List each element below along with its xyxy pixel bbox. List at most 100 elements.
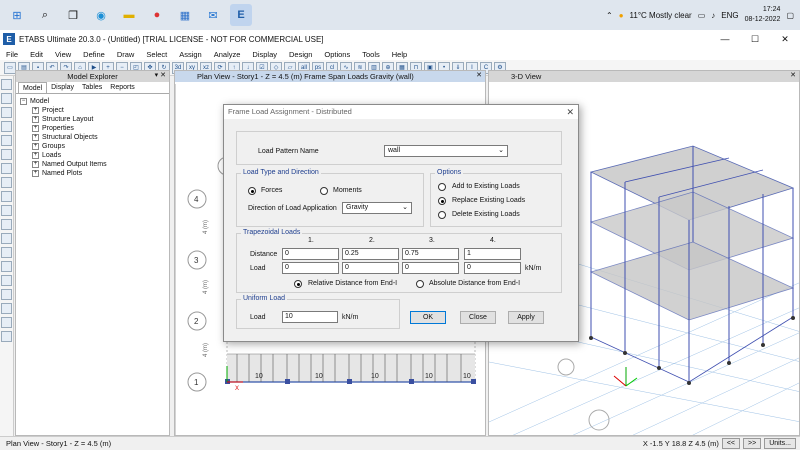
distance-4-field[interactable]: 1 — [464, 248, 521, 260]
tab-reports[interactable]: Reports — [106, 82, 139, 93]
quick-beam-icon[interactable] — [1, 135, 12, 146]
expand-icon[interactable]: + — [32, 161, 39, 168]
clock[interactable]: 17:24 08-12-2022 — [745, 5, 781, 25]
load-3-field[interactable]: 0 — [402, 262, 459, 274]
close-view-icon[interactable]: ✕ — [790, 71, 796, 79]
panel-controls[interactable]: ▾ ✕ — [155, 71, 166, 79]
draw-dimension-icon[interactable] — [1, 247, 12, 258]
tab-display[interactable]: Display — [47, 82, 78, 93]
draw-frame-icon[interactable] — [1, 107, 12, 118]
moments-radio[interactable] — [320, 187, 328, 195]
task-view-icon[interactable]: ❐ — [62, 4, 84, 26]
close-window-button[interactable]: ✕ — [770, 30, 800, 48]
menu-design[interactable]: Design — [283, 50, 318, 59]
draw-floor-icon[interactable] — [1, 177, 12, 188]
menu-draw[interactable]: Draw — [111, 50, 141, 59]
tab-tables[interactable]: Tables — [78, 82, 106, 93]
reshape-icon[interactable] — [1, 93, 12, 104]
expand-icon[interactable]: + — [32, 152, 39, 159]
menu-options[interactable]: Options — [318, 50, 356, 59]
minimize-button[interactable]: — — [710, 30, 740, 48]
tree-item-properties[interactable]: + Properties — [20, 124, 165, 133]
menu-edit[interactable]: Edit — [24, 50, 49, 59]
distance-1-field[interactable]: 0 — [282, 248, 339, 260]
tree-item-named-plots[interactable]: + Named Plots — [20, 169, 165, 178]
menu-display[interactable]: Display — [246, 50, 283, 59]
relative-distance-radio[interactable] — [294, 280, 302, 288]
notifications-icon[interactable]: ▢ — [786, 11, 794, 20]
next-view-icon[interactable]: >> — [743, 438, 762, 449]
add-existing-radio[interactable] — [438, 183, 446, 191]
distance-3-field[interactable]: 0.75 — [402, 248, 459, 260]
units-button[interactable]: Units... — [764, 438, 796, 449]
tree-item-named-output-items[interactable]: + Named Output Items — [20, 160, 165, 169]
support-joint[interactable] — [347, 379, 352, 384]
draw-wall-icon[interactable] — [1, 191, 12, 202]
menu-select[interactable]: Select — [140, 50, 173, 59]
expand-icon[interactable]: + — [32, 125, 39, 132]
search-icon[interactable]: ⌕ — [34, 4, 56, 26]
direction-select[interactable]: Gravity ⌄ — [342, 202, 412, 214]
load-pattern-select[interactable]: wall ⌄ — [384, 145, 508, 157]
expand-icon[interactable]: + — [32, 116, 39, 123]
edge-browser-icon[interactable]: ◉ — [90, 4, 112, 26]
menu-assign[interactable]: Assign — [173, 50, 208, 59]
uniform-load-field[interactable]: 10 — [282, 311, 338, 323]
draw-reference-icon[interactable] — [1, 261, 12, 272]
network-icon[interactable]: ▭ — [698, 11, 706, 20]
close-view-icon[interactable]: ✕ — [476, 71, 482, 79]
draw-brace-icon[interactable] — [1, 121, 12, 132]
language-indicator[interactable]: ENG — [721, 11, 738, 20]
tree-item-loads[interactable]: + Loads — [20, 151, 165, 160]
menu-view[interactable]: View — [49, 50, 77, 59]
load-4-field[interactable]: 0 — [464, 262, 521, 274]
collapse-icon[interactable]: − — [20, 98, 27, 105]
draw-opening-icon[interactable] — [1, 205, 12, 216]
delete-existing-radio[interactable] — [438, 211, 446, 219]
draw-section-cut-icon[interactable] — [1, 233, 12, 244]
expand-icon[interactable]: + — [32, 134, 39, 141]
replace-existing-radio[interactable] — [438, 197, 446, 205]
etabs-taskbar-icon[interactable]: E — [230, 4, 252, 26]
tree-item-groups[interactable]: + Groups — [20, 142, 165, 151]
chevron-up-icon[interactable]: ⌃ — [606, 11, 613, 20]
maximize-button[interactable]: ☐ — [740, 30, 770, 48]
dialog-close-icon[interactable]: ✕ — [566, 107, 574, 118]
menu-define[interactable]: Define — [77, 50, 111, 59]
menu-file[interactable]: File — [0, 50, 24, 59]
tree-item-structural-objects[interactable]: + Structural Objects — [20, 133, 165, 142]
draw-link-icon[interactable] — [1, 163, 12, 174]
menu-analyze[interactable]: Analyze — [208, 50, 247, 59]
measure-icon[interactable] — [1, 331, 12, 342]
expand-icon[interactable]: + — [32, 143, 39, 150]
distance-2-field[interactable]: 0.25 — [342, 248, 399, 260]
draw-joint-icon[interactable] — [1, 219, 12, 230]
apply-button[interactable]: Apply — [508, 311, 544, 324]
tree-item-structure-layout[interactable]: + Structure Layout — [20, 115, 165, 124]
volume-icon[interactable]: ♪ — [711, 11, 715, 20]
support-joint[interactable] — [409, 379, 414, 384]
quick-column-icon[interactable] — [1, 149, 12, 160]
expand-icon[interactable]: + — [32, 170, 39, 177]
support-joint[interactable] — [471, 379, 476, 384]
support-joint[interactable] — [285, 379, 290, 384]
menu-help[interactable]: Help — [386, 50, 413, 59]
draw-rebar-icon[interactable] — [1, 317, 12, 328]
menu-tools[interactable]: Tools — [356, 50, 386, 59]
load-1-field[interactable]: 0 — [282, 262, 339, 274]
forces-radio[interactable] — [248, 187, 256, 195]
chrome-icon[interactable]: ● — [146, 4, 168, 26]
load-2-field[interactable]: 0 — [342, 262, 399, 274]
draw-strip-icon[interactable] — [1, 289, 12, 300]
draw-wall-stack-icon[interactable] — [1, 303, 12, 314]
ok-button[interactable]: OK — [410, 311, 446, 324]
close-button[interactable]: Close — [460, 311, 496, 324]
expand-icon[interactable]: + — [32, 107, 39, 114]
pointer-icon[interactable] — [1, 79, 12, 90]
tree-item-model[interactable]: − Model — [20, 97, 165, 106]
file-explorer-icon[interactable]: ▬ — [118, 4, 140, 26]
weather-text[interactable]: 11°C Mostly clear — [630, 11, 692, 20]
tab-model[interactable]: Model — [18, 82, 48, 93]
draw-tendon-icon[interactable] — [1, 275, 12, 286]
absolute-distance-radio[interactable] — [416, 280, 424, 288]
